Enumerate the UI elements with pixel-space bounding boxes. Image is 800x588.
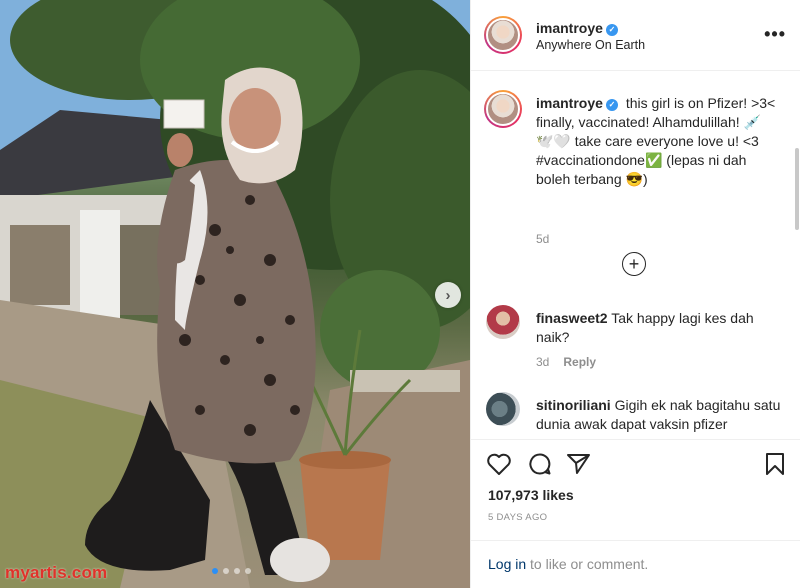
paper-plane-icon[interactable]: [566, 452, 592, 476]
post-time-ago[interactable]: 5 DAYS AGO: [488, 512, 547, 523]
post-photo[interactable]: › myartis.com: [0, 0, 470, 588]
post-side-panel: imantroye ✓ Anywhere On Earth ••• imantro…: [470, 0, 800, 588]
comment-meta: 3d Reply: [536, 355, 596, 369]
login-prompt-text: Log in to like or comment.: [488, 556, 648, 572]
header-username[interactable]: imantroye ✓: [536, 20, 618, 36]
comment-timestamp[interactable]: 3d: [536, 355, 549, 369]
caption-avatar[interactable]: [484, 90, 522, 128]
comment-icon[interactable]: [527, 452, 553, 476]
comment-username[interactable]: sitinoriliani: [536, 397, 611, 413]
login-prompt: Log in to like or comment.: [471, 540, 800, 588]
photo-scene: [0, 0, 470, 588]
plus-icon: +: [628, 254, 640, 274]
comment-avatar[interactable]: [486, 392, 520, 426]
caption-username[interactable]: imantroye ✓: [536, 95, 618, 111]
carousel-dots: [212, 568, 251, 574]
login-suffix: to like or comment.: [526, 556, 649, 572]
post-location[interactable]: Anywhere On Earth: [536, 38, 645, 52]
verified-badge-icon: ✓: [605, 23, 618, 36]
caption-timestamp[interactable]: 5d: [536, 232, 549, 246]
comment-text: sitinoriliani Gigih ek nak bagitahu satu…: [536, 396, 781, 434]
comment-text: finasweet2 Tak happy lagi kes dah naik?: [536, 309, 781, 347]
login-link[interactable]: Log in: [488, 556, 526, 572]
carousel-next-button[interactable]: ›: [435, 282, 461, 308]
watermark: myartis.com: [5, 563, 108, 582]
comments-scrollbar[interactable]: [795, 148, 799, 230]
verified-badge-icon: ✓: [605, 98, 618, 111]
comments-area[interactable]: imantroye ✓ this girl is on Pfizer! >3< f…: [471, 72, 800, 438]
bookmark-icon[interactable]: [763, 452, 787, 476]
carousel-dot: [234, 568, 240, 574]
comment-username[interactable]: finasweet2: [536, 310, 608, 326]
likes-count[interactable]: 107,973 likes: [488, 487, 574, 503]
carousel-dot: [245, 568, 251, 574]
comment-avatar[interactable]: [486, 305, 520, 339]
carousel-dot: [223, 568, 229, 574]
post-actions: [471, 439, 800, 479]
avatar[interactable]: [484, 16, 522, 54]
chevron-right-icon: ›: [445, 286, 451, 304]
post-header: imantroye ✓ Anywhere On Earth •••: [471, 0, 800, 71]
caption-text: imantroye ✓ this girl is on Pfizer! >3< f…: [536, 94, 776, 189]
reply-button[interactable]: Reply: [563, 355, 596, 369]
carousel-dot: [212, 568, 218, 574]
heart-icon[interactable]: [486, 452, 512, 476]
load-more-comments-button[interactable]: +: [622, 252, 646, 276]
more-options-icon[interactable]: •••: [764, 24, 786, 45]
